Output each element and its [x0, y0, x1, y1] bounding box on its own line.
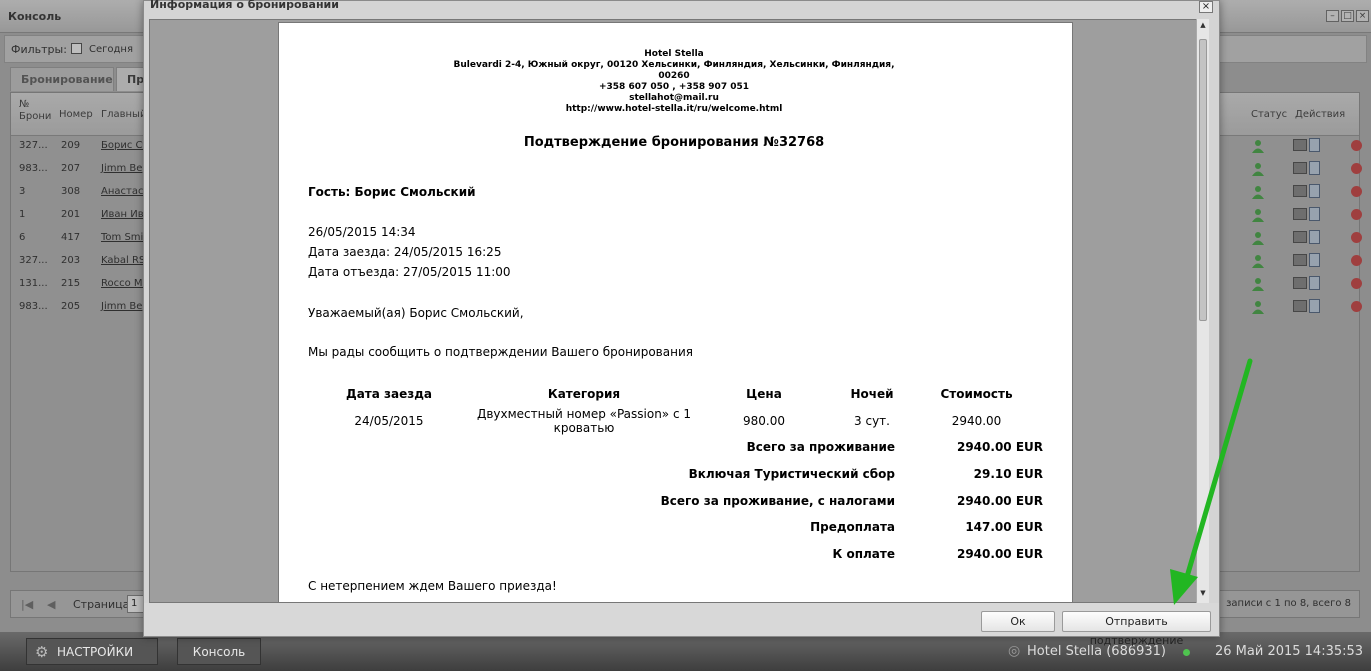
amount-due-value: 2940.00 EUR — [956, 547, 1043, 561]
table-cell-category: Двухместный номер «Passion» с 1 кроватью — [464, 407, 704, 435]
total-with-taxes-label: Всего за проживание, с налогами — [660, 494, 895, 508]
hotel-phones: +358 607 050 , +358 907 051 — [598, 82, 750, 92]
hotel-info-block: Hotel Stella Bulevardi 2-4, Южный округ,… — [439, 49, 909, 115]
table-cell-checkin: 24/05/2015 — [354, 414, 424, 428]
checkin-datetime: Дата заезда: 24/05/2015 16:25 — [308, 245, 502, 259]
hotel-email: stellahot@mail.ru — [629, 93, 719, 103]
prepayment-label: Предоплата — [810, 520, 895, 534]
table-header-nights: Ночей — [850, 387, 894, 401]
clock: 26 Май 2015 14:35:53 — [1215, 644, 1364, 659]
annotation-arrow-icon — [1170, 358, 1253, 605]
document-title: Подтверждение бронирования №32768 — [523, 135, 825, 150]
gear-icon: ⚙ — [35, 643, 49, 661]
confirmation-page: Hotel Stella Bulevardi 2-4, Южный округ,… — [278, 22, 1073, 602]
ok-button[interactable]: Ок — [981, 611, 1055, 632]
tourist-tax-value: 29.10 EUR — [973, 467, 1043, 481]
checkout-datetime: Дата отъезда: 27/05/2015 11:00 — [308, 265, 511, 279]
table-header-checkin: Дата заезда — [346, 387, 432, 401]
hotel-logo-icon: ◎ — [1008, 643, 1021, 659]
prepayment-value: 147.00 EUR — [965, 520, 1043, 534]
category-line-1: Двухместный номер «Passion» с 1 — [476, 407, 692, 421]
closing-text: С нетерпением ждем Вашего приезда! — [308, 579, 557, 593]
document-viewer[interactable]: Hotel Stella Bulevardi 2-4, Южный округ,… — [149, 19, 1208, 603]
total-value: 2940.00 EUR — [956, 440, 1043, 454]
scroll-thumb[interactable] — [1199, 39, 1207, 321]
tourist-tax-label: Включая Туристический сбор — [688, 467, 895, 481]
guest-name: Гость: Борис Смольский — [308, 185, 476, 199]
console-task-button[interactable]: Консоль — [177, 638, 261, 665]
table-header-price: Цена — [746, 387, 782, 401]
modal-title: Информация о бронировании — [150, 0, 339, 11]
total-label: Всего за проживание — [746, 440, 895, 454]
table-cell-nights: 3 сут. — [854, 414, 890, 428]
hotel-name: Hotel Stella — [644, 49, 704, 59]
settings-button[interactable]: ⚙ НАСТРОЙКИ — [26, 638, 158, 665]
scroll-up-icon[interactable]: ▲ — [1198, 21, 1208, 29]
table-header-cost: Стоимость — [940, 387, 1013, 401]
amount-due-label: К оплате — [832, 547, 895, 561]
hotel-address-postcode: 00260 — [658, 71, 690, 81]
greeting: Уважаемый(ая) Борис Смольский, — [308, 306, 524, 320]
confirmation-message: Мы рады сообщить о подтверждении Вашего … — [308, 345, 693, 359]
modal-footer: Ок Отправить подтверждение — [144, 603, 1219, 647]
hotel-website: http://www.hotel-stella.it/ru/welcome.ht… — [565, 104, 783, 114]
category-line-2: кроватью — [553, 421, 615, 435]
booking-info-modal: Информация о бронировании × Hotel Stella… — [143, 0, 1220, 647]
created-datetime: 26/05/2015 14:34 — [308, 225, 416, 239]
table-cell-cost: 2940.00 — [951, 414, 1002, 428]
table-header-category: Категория — [547, 387, 621, 401]
hotel-address: Bulevardi 2-4, Южный округ, 00120 Хельси… — [453, 60, 895, 70]
send-confirmation-button[interactable]: Отправить подтверждение — [1062, 611, 1211, 647]
close-icon[interactable]: × — [1199, 1, 1213, 13]
total-with-taxes-value: 2940.00 EUR — [956, 494, 1043, 508]
online-status-icon — [1183, 649, 1190, 656]
table-cell-price: 980.00 — [743, 414, 785, 428]
settings-label: НАСТРОЙКИ — [57, 645, 134, 659]
